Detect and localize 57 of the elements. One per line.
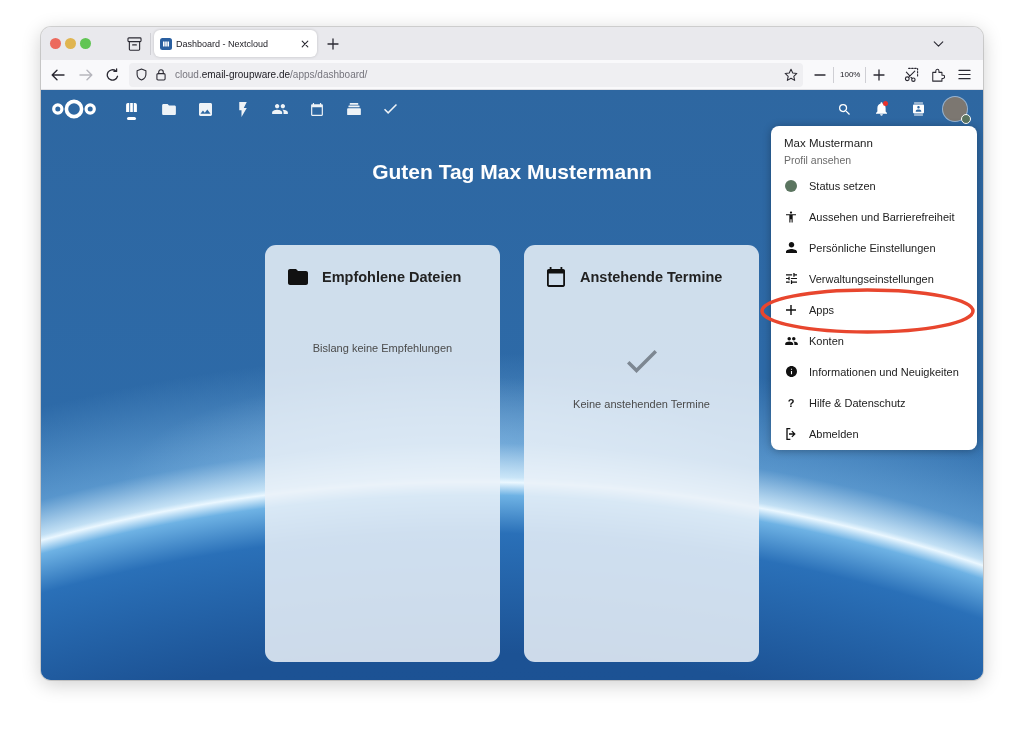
logo-icon[interactable] (52, 99, 96, 119)
info-icon (785, 366, 797, 377)
box-icon[interactable] (126, 36, 142, 51)
empty-state-text: Bislang keine Empfehlungen (312, 341, 453, 355)
chevron-down-icon[interactable] (932, 40, 944, 47)
menu-icon[interactable] (957, 69, 971, 80)
reload-icon[interactable] (105, 68, 119, 81)
widget-title: Empfohlene Dateien (322, 269, 462, 285)
minus-icon[interactable] (814, 73, 826, 76)
plus-icon[interactable] (327, 37, 339, 50)
lightning-icon (238, 101, 247, 117)
sliders-icon (785, 273, 797, 284)
menu-item[interactable]: Verwaltungseinstellungen (771, 263, 977, 294)
empty-state-text: Keine anstehenden Termine (573, 397, 710, 411)
plus-icon[interactable] (873, 68, 886, 81)
menu-item[interactable]: Informationen und Neuigkeiten (771, 356, 977, 387)
address-field[interactable]: cloud.email-groupware.de/apps/dashboard/ (129, 62, 803, 87)
columns-icon (126, 102, 137, 112)
contact-card-icon[interactable] (912, 102, 924, 116)
folder-icon (288, 269, 308, 285)
checkmark-icon (626, 350, 657, 373)
lock-icon[interactable] (156, 68, 166, 81)
menu-item[interactable]: Abmelden (771, 418, 977, 449)
user-name: Max Mustermann (784, 136, 873, 151)
puzzle-icon[interactable] (931, 67, 946, 82)
profile-link[interactable]: Profil ansehen (784, 152, 852, 168)
star-icon[interactable] (784, 67, 798, 82)
checkmark-icon (384, 104, 397, 114)
people-icon (271, 104, 288, 114)
zoom-level-button[interactable]: 100% (839, 68, 862, 81)
people-icon (784, 336, 798, 345)
shield-icon[interactable] (135, 68, 147, 81)
logout-icon (786, 427, 796, 440)
image-icon (199, 102, 212, 116)
menu-item[interactable]: Persönliche Einstellungen (771, 232, 977, 263)
bell-icon[interactable] (875, 102, 887, 116)
close-window-icon[interactable] (49, 38, 61, 49)
close-icon[interactable] (301, 39, 309, 48)
screenshot-icon[interactable] (903, 67, 919, 82)
calendar-icon (547, 267, 565, 287)
accessibility-icon (786, 210, 796, 223)
menu-item[interactable]: Konten (771, 325, 977, 356)
greeting-title: Guten Tag Max Mustermann (372, 159, 652, 185)
favicon-icon (160, 37, 172, 50)
browser-tab[interactable]: Dashboard - Nextcloud (154, 30, 317, 57)
widget-title: Anstehende Termine (580, 269, 723, 285)
menu-item[interactable]: Aussehen und Barrierefreiheit (771, 201, 977, 232)
search-icon[interactable] (838, 103, 850, 115)
person-icon (785, 242, 797, 253)
calendar-icon (310, 102, 323, 116)
plus-icon (786, 304, 796, 315)
menu-item[interactable]: ? Hilfe & Datenschutz (771, 387, 977, 418)
folder-icon (161, 103, 176, 115)
question-mark-icon: ? (787, 396, 795, 409)
stack-icon (346, 103, 361, 115)
back-arrow-icon[interactable] (51, 68, 65, 81)
menu-item[interactable]: Status setzen (771, 170, 977, 201)
